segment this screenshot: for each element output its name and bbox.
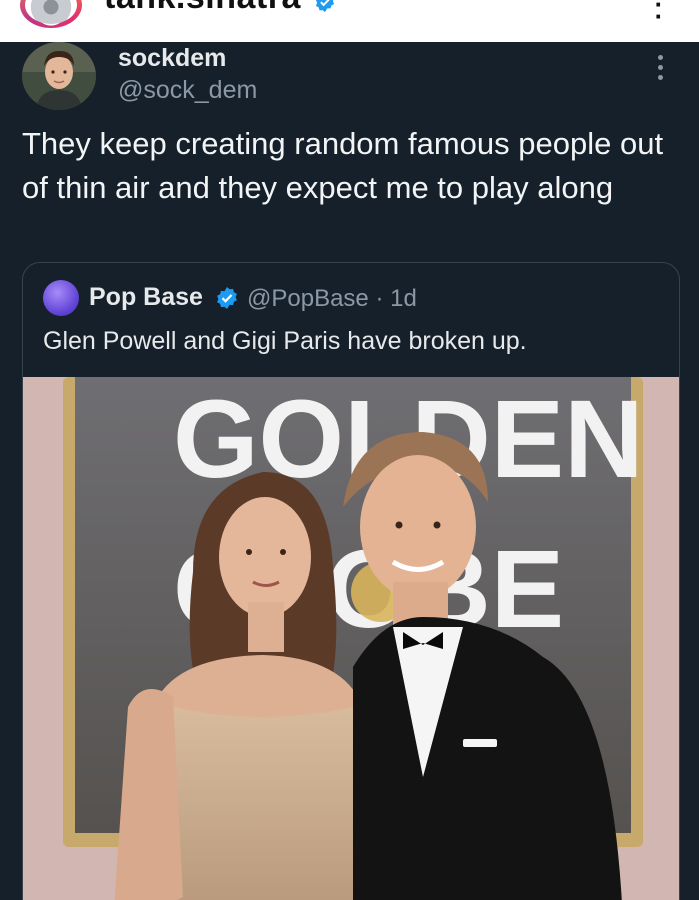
screenshot-frame: tank.sinatra ·· sockdem @sock_dem They k… — [0, 0, 699, 900]
quoted-author-name[interactable]: Pop Base — [89, 283, 203, 312]
quoted-tweet-text: Glen Powell and Gigi Paris have broken u… — [43, 327, 527, 355]
instagram-header: tank.sinatra ·· — [0, 0, 699, 42]
author-display-name[interactable]: sockdem — [118, 44, 226, 73]
quoted-tweet-photo[interactable]: GOLDEN GLOBE — [23, 377, 679, 900]
verified-badge-icon — [217, 287, 237, 309]
author-avatar-image — [22, 42, 96, 110]
quoted-tweet-card[interactable]: Pop Base @PopBase · 1d Glen Powell and G… — [22, 262, 680, 900]
profile-avatar — [25, 0, 77, 24]
more-options-icon[interactable]: · · — [649, 0, 669, 29]
dot — [657, 75, 663, 80]
quoted-author-handle-time[interactable]: @PopBase · 1d — [247, 285, 417, 313]
tweet-body-text: They keep creating random famous people … — [22, 126, 664, 205]
author-handle[interactable]: @sock_dem — [118, 76, 257, 105]
author-avatar[interactable] — [22, 42, 96, 110]
post-author-username[interactable]: tank.sinatra — [104, 0, 301, 17]
quoted-author-avatar[interactable] — [43, 280, 79, 316]
red-carpet-photo: GOLDEN GLOBE — [23, 377, 679, 900]
tweet-more-options-icon[interactable] — [652, 55, 668, 85]
dot — [657, 65, 663, 70]
verified-badge-icon — [315, 0, 335, 13]
dot — [657, 55, 663, 60]
profile-avatar-ring[interactable] — [20, 0, 82, 28]
